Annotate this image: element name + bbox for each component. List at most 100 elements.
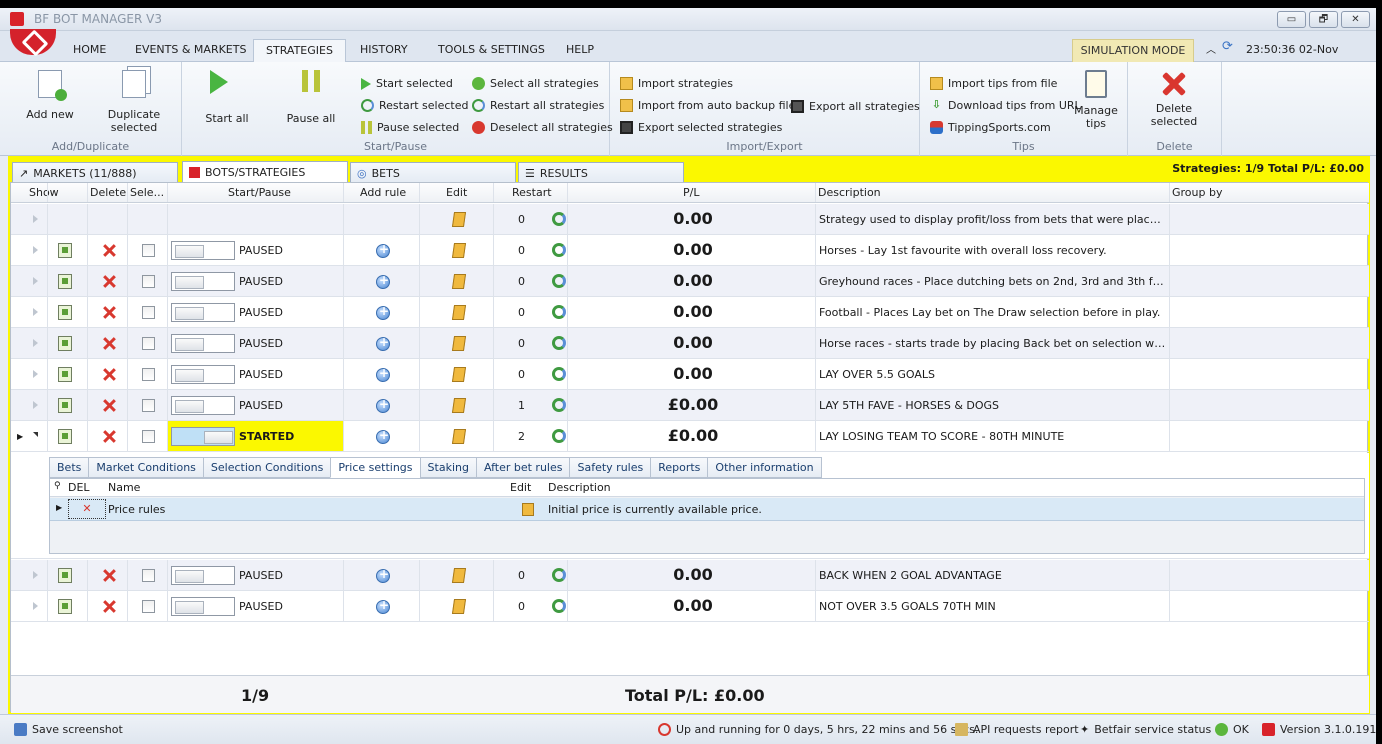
expand-icon[interactable]: [33, 401, 38, 409]
save-screenshot-button[interactable]: Save screenshot: [14, 723, 123, 736]
expand-icon[interactable]: [33, 432, 38, 441]
start-pause-toggle[interactable]: [171, 303, 235, 322]
pause-all-button[interactable]: Pause all: [284, 70, 338, 125]
delete-icon[interactable]: [103, 399, 116, 412]
detail-tab-selection-conditions[interactable]: Selection Conditions: [202, 457, 332, 478]
table-row[interactable]: PAUSED 1 £0.00 LAY 5TH FAVE - HORSES & DOGS: [11, 390, 1369, 421]
expand-icon[interactable]: [33, 571, 38, 579]
select-checkbox[interactable]: [142, 399, 155, 412]
delete-icon[interactable]: [103, 275, 116, 288]
tab-bots-strategies[interactable]: BOTS/STRATEGIES: [182, 161, 348, 184]
select-all-button[interactable]: Select all strategies: [472, 77, 599, 90]
tab-bets[interactable]: ◎ BETS: [350, 162, 516, 184]
delete-icon[interactable]: [103, 244, 116, 257]
restart-icon[interactable]: [552, 336, 566, 350]
detail-tab-price-settings[interactable]: Price settings: [330, 457, 421, 478]
tippingsports-link[interactable]: TippingSports.com: [930, 121, 1051, 134]
close-button[interactable]: ✕: [1341, 11, 1370, 28]
start-all-button[interactable]: Start all: [202, 70, 252, 125]
show-icon[interactable]: [58, 367, 72, 382]
select-checkbox[interactable]: [142, 275, 155, 288]
start-pause-toggle[interactable]: [171, 241, 235, 260]
select-checkbox[interactable]: [142, 244, 155, 257]
edit-icon[interactable]: [451, 243, 467, 258]
add-rule-icon[interactable]: [376, 567, 390, 583]
expand-icon[interactable]: [33, 215, 38, 223]
detail-tab-after-bet-rules[interactable]: After bet rules: [475, 457, 571, 478]
select-checkbox[interactable]: [142, 430, 155, 443]
delete-selected-button[interactable]: Delete selected: [1142, 70, 1206, 128]
restore-button[interactable]: 🗗: [1309, 11, 1338, 28]
edit-icon[interactable]: [451, 599, 467, 614]
edit-icon[interactable]: [451, 367, 467, 382]
edit-icon[interactable]: [451, 429, 467, 444]
app-logo-button[interactable]: [10, 29, 56, 55]
col-group-by[interactable]: Group by: [1172, 186, 1222, 199]
export-selected-button[interactable]: Export selected strategies: [620, 121, 782, 134]
expand-icon[interactable]: [33, 339, 38, 347]
restart-icon[interactable]: [552, 305, 566, 319]
col-pl[interactable]: P/L: [683, 186, 699, 199]
start-pause-toggle[interactable]: [171, 272, 235, 291]
edit-icon[interactable]: [451, 212, 467, 227]
edit-icon[interactable]: [451, 336, 467, 351]
start-pause-toggle[interactable]: [171, 427, 235, 446]
tab-results[interactable]: ☰ RESULTS: [518, 162, 684, 184]
add-new-button[interactable]: Add new: [20, 70, 80, 121]
detail-tab-safety-rules[interactable]: Safety rules: [569, 457, 652, 478]
detail-tab-other-information[interactable]: Other information: [707, 457, 822, 478]
restart-icon[interactable]: [552, 398, 566, 412]
tab-help[interactable]: HELP: [566, 43, 594, 56]
expand-icon[interactable]: [33, 602, 38, 610]
select-checkbox[interactable]: [142, 569, 155, 582]
import-strategies-button[interactable]: Import strategies: [620, 77, 733, 90]
col-delete[interactable]: Delete: [90, 186, 126, 199]
show-icon[interactable]: [58, 568, 72, 583]
table-row[interactable]: PAUSED 0 0.00 Horses - Lay 1st favourite wi…: [11, 235, 1369, 266]
col-add-rule[interactable]: Add rule: [360, 186, 406, 199]
col-show[interactable]: Show: [29, 186, 59, 199]
table-row[interactable]: PAUSED 0 0.00 Greyhound races - Place dutch…: [11, 266, 1369, 297]
col-select[interactable]: Sele...: [130, 186, 164, 199]
export-all-button[interactable]: Export all strategies: [791, 100, 920, 113]
detail-tab-staking[interactable]: Staking: [419, 457, 477, 478]
restart-all-button[interactable]: Restart all strategies: [472, 99, 604, 112]
col-restart[interactable]: Restart: [512, 186, 552, 199]
show-icon[interactable]: [58, 398, 72, 413]
restart-icon[interactable]: [552, 367, 566, 381]
expand-icon[interactable]: [33, 277, 38, 285]
select-checkbox[interactable]: [142, 368, 155, 381]
restart-icon[interactable]: [552, 212, 566, 226]
restart-icon[interactable]: [552, 274, 566, 288]
table-row[interactable]: PAUSED 0 0.00 Horse races - starts trade by…: [11, 328, 1369, 359]
col-edit[interactable]: Edit: [446, 186, 467, 199]
tab-history[interactable]: HISTORY: [360, 43, 408, 56]
add-rule-icon[interactable]: [376, 273, 390, 289]
table-row[interactable]: 0 0.00 Strategy used to display profit/l…: [11, 204, 1369, 235]
restart-icon[interactable]: [552, 568, 566, 582]
detail-tab-market-conditions[interactable]: Market Conditions: [88, 457, 204, 478]
table-row[interactable]: PAUSED 0 0.00 NOT OVER 3.5 GOALS 70TH MIN: [11, 591, 1369, 622]
add-rule-icon[interactable]: [376, 598, 390, 614]
show-icon[interactable]: [58, 243, 72, 258]
edit-icon[interactable]: [451, 274, 467, 289]
delete-icon[interactable]: [103, 600, 116, 613]
show-icon[interactable]: [58, 336, 72, 351]
import-backup-button[interactable]: Import from auto backup file: [620, 99, 795, 112]
start-pause-toggle[interactable]: [171, 566, 235, 585]
restart-icon[interactable]: [552, 243, 566, 257]
start-pause-toggle[interactable]: [171, 334, 235, 353]
show-icon[interactable]: [58, 274, 72, 289]
select-checkbox[interactable]: [142, 600, 155, 613]
pause-selected-button[interactable]: Pause selected: [361, 121, 459, 134]
delete-icon[interactable]: [103, 368, 116, 381]
simulation-mode-badge[interactable]: SIMULATION MODE: [1072, 39, 1194, 63]
tab-markets[interactable]: ↗ MARKETS (11/888): [12, 162, 178, 184]
edit-rule-icon[interactable]: [522, 503, 534, 516]
expand-icon[interactable]: [33, 246, 38, 254]
refresh-icon[interactable]: ⟳: [1222, 39, 1233, 54]
add-rule-icon[interactable]: [376, 335, 390, 351]
table-row[interactable]: PAUSED 0 0.00 BACK WHEN 2 GOAL ADVANTAGE: [11, 560, 1369, 591]
add-rule-icon[interactable]: [376, 304, 390, 320]
restart-icon[interactable]: [552, 429, 566, 443]
